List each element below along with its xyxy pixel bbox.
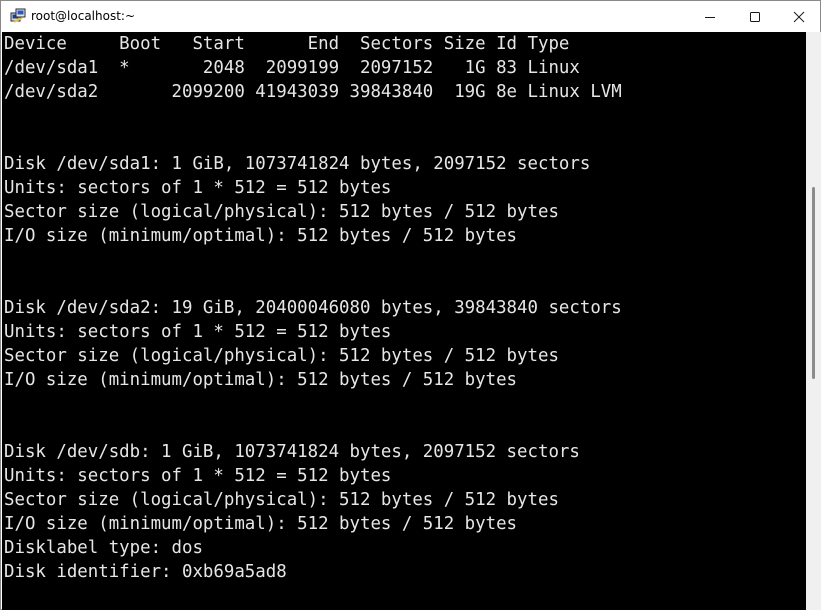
- vertical-scrollbar[interactable]: [806, 32, 821, 610]
- terminal-line: Disk /dev/sdb: 1 GiB, 1073741824 bytes, …: [4, 442, 580, 462]
- terminal-output[interactable]: Device Boot Start End Sectors Size Id Ty…: [2, 32, 806, 610]
- maximize-icon: [750, 11, 760, 22]
- minimize-icon: [705, 16, 715, 18]
- terminal-line: I/O size (minimum/optimal): 512 bytes / …: [4, 514, 518, 534]
- terminal-line: I/O size (minimum/optimal): 512 bytes / …: [4, 226, 518, 246]
- maximize-button[interactable]: [732, 1, 778, 32]
- minimize-button[interactable]: [687, 1, 733, 32]
- terminal-line: Units: sectors of 1 * 512 = 512 bytes: [4, 178, 392, 198]
- terminal-line: Sector size (logical/physical): 512 byte…: [4, 202, 559, 222]
- terminal-line: Device Boot Start End Sectors Size Id Ty…: [4, 34, 570, 54]
- window-title: root@localhost:~: [31, 9, 136, 23]
- close-icon: [793, 11, 805, 22]
- terminal-line: /dev/sda1 * 2048 2099199 2097152 1G 83 L…: [4, 58, 580, 78]
- scrollbar-thumb[interactable]: [812, 187, 815, 379]
- terminal-line: Sector size (logical/physical): 512 byte…: [4, 490, 559, 510]
- title-bar[interactable]: root@localhost:~: [1, 1, 820, 32]
- putty-icon: [10, 8, 26, 23]
- terminal-window: root@localhost:~ Device Boot Start End S…: [0, 0, 821, 610]
- terminal-line: /dev/sda2 2099200 41943039 39843840 19G …: [4, 82, 622, 102]
- terminal-line: Disk /dev/sda2: 19 GiB, 20400046080 byte…: [4, 298, 622, 318]
- terminal-line: I/O size (minimum/optimal): 512 bytes / …: [4, 370, 518, 390]
- close-button[interactable]: [776, 1, 821, 32]
- terminal-line: Units: sectors of 1 * 512 = 512 bytes: [4, 322, 392, 342]
- terminal-line: Sector size (logical/physical): 512 byte…: [4, 346, 559, 366]
- terminal-line: Disklabel type: dos: [4, 538, 203, 558]
- terminal-line: Units: sectors of 1 * 512 = 512 bytes: [4, 466, 392, 486]
- terminal-line: Disk /dev/sda1: 1 GiB, 1073741824 bytes,…: [4, 154, 591, 174]
- terminal-line: Disk identifier: 0xb69a5ad8: [4, 562, 287, 582]
